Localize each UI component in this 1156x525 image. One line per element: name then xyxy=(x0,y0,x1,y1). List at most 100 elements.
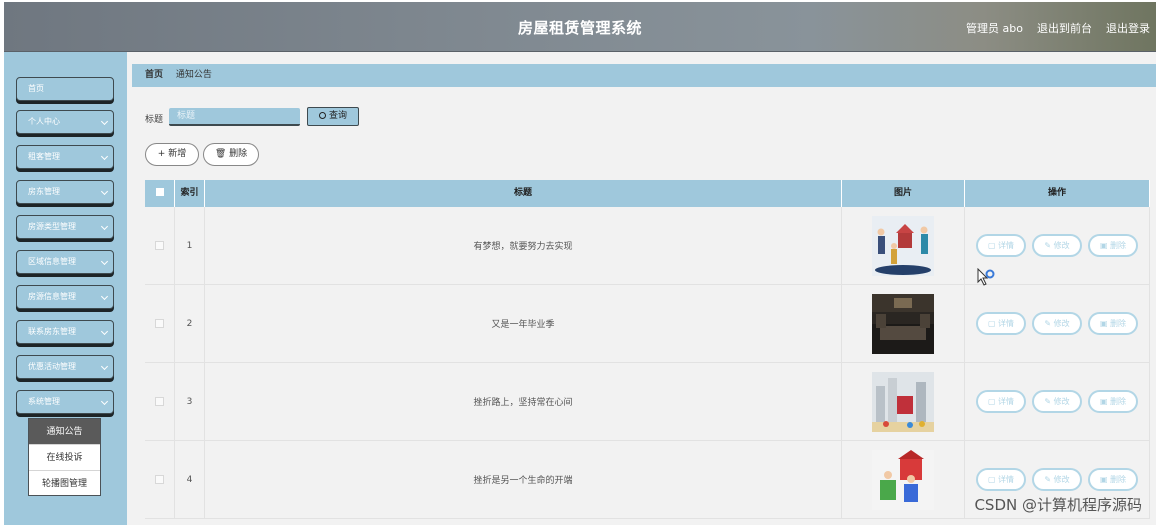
delete-label: 删除 xyxy=(1110,397,1127,406)
row-index: 1 xyxy=(175,207,205,284)
delete-button[interactable]: ▣ 删除 xyxy=(1088,312,1138,335)
doc-icon: ▢ xyxy=(987,241,999,250)
header-links: 管理员 abo 退出到前台 退出登录 xyxy=(966,20,1150,36)
breadcrumb: 首页 通知公告 xyxy=(132,64,1156,87)
sidebar-item-contact-landlord[interactable]: 联系房东管理 xyxy=(16,320,114,344)
row-image-cell xyxy=(842,285,965,362)
breadcrumb-current: 通知公告 xyxy=(175,70,212,80)
notice-thumbnail-image[interactable] xyxy=(872,449,934,510)
submenu-item-notice[interactable]: 通知公告 xyxy=(29,419,100,445)
sidebar-item-promotion[interactable]: 优惠活动管理 xyxy=(16,355,114,379)
edit-label: 修改 xyxy=(1053,397,1070,406)
chevron-down-icon xyxy=(100,257,109,266)
row-checkbox[interactable] xyxy=(155,241,164,250)
edit-icon: ✎ xyxy=(1044,397,1054,406)
chevron-down-icon xyxy=(100,397,109,406)
search-label: 标题 xyxy=(145,115,164,125)
edit-button[interactable]: ✎ 修改 xyxy=(1032,234,1082,257)
row-title: 挫折路上，坚持常在心间 xyxy=(205,363,842,440)
detail-button[interactable]: ▢ 详情 xyxy=(976,390,1026,413)
header-index: 索引 xyxy=(175,180,205,207)
detail-label: 详情 xyxy=(998,319,1015,328)
detail-label: 详情 xyxy=(998,241,1015,250)
row-check-cell xyxy=(145,285,175,362)
detail-button[interactable]: ▢ 详情 xyxy=(976,234,1026,257)
sidebar-item-landlord[interactable]: 房东管理 xyxy=(16,180,114,204)
edit-label: 修改 xyxy=(1053,241,1070,250)
main-content: 首页 通知公告 标题 查询 + 新增 🗑 删除 索引 标题 图片 操作 1 有梦… xyxy=(127,52,1156,525)
row-index: 2 xyxy=(175,285,205,362)
notice-thumbnail-image[interactable] xyxy=(872,293,934,354)
sidebar-item-label: 联系房东管理 xyxy=(28,327,76,336)
row-checkbox[interactable] xyxy=(155,319,164,328)
row-image-cell xyxy=(842,441,965,518)
sidebar-item-house-info[interactable]: 房源信息管理 xyxy=(16,285,114,309)
sidebar-item-label: 房东管理 xyxy=(28,187,60,196)
notice-thumbnail-image[interactable] xyxy=(872,215,934,276)
logout-link[interactable]: 退出登录 xyxy=(1106,20,1150,36)
edit-button[interactable]: ✎ 修改 xyxy=(1032,468,1082,491)
add-button[interactable]: + 新增 xyxy=(145,143,199,166)
chevron-down-icon xyxy=(100,187,109,196)
select-all-cell[interactable] xyxy=(145,180,175,207)
sidebar-item-tenant[interactable]: 租客管理 xyxy=(16,145,114,169)
table-row: 2 又是一年毕业季 ▢ 详情 ✎ 修改 ▣ 删除 xyxy=(145,285,1150,363)
chevron-down-icon xyxy=(100,152,109,161)
batch-delete-button[interactable]: 🗑 删除 xyxy=(203,143,259,166)
top-header: 房屋租赁管理系统 管理员 abo 退出到前台 退出登录 xyxy=(4,2,1156,52)
delete-label: 删除 xyxy=(1110,241,1127,250)
sidebar-item-label: 房源信息管理 xyxy=(28,292,76,301)
add-button-label: 新增 xyxy=(168,149,187,159)
chevron-down-icon xyxy=(100,327,109,336)
row-title: 有梦想，就要努力去实现 xyxy=(205,207,842,284)
sidebar-item-label: 系统管理 xyxy=(28,397,60,406)
detail-label: 详情 xyxy=(998,397,1015,406)
edit-button[interactable]: ✎ 修改 xyxy=(1032,390,1082,413)
sidebar-item-label: 首页 xyxy=(28,84,44,93)
doc-icon: ▢ xyxy=(987,319,999,328)
row-checkbox[interactable] xyxy=(155,475,164,484)
submenu-item-complaint[interactable]: 在线投诉 xyxy=(29,445,100,471)
query-button[interactable]: 查询 xyxy=(307,107,359,126)
sidebar-item-region[interactable]: 区域信息管理 xyxy=(16,250,114,274)
sidebar-item-personal-center[interactable]: 个人中心 xyxy=(16,110,114,134)
detail-button[interactable]: ▢ 详情 xyxy=(976,468,1026,491)
header-title: 标题 xyxy=(205,180,842,207)
row-index: 4 xyxy=(175,441,205,518)
row-image-cell xyxy=(842,363,965,440)
header-actions: 操作 xyxy=(965,180,1150,207)
trash-icon: ▣ xyxy=(1099,241,1111,250)
sidebar-item-home[interactable]: 首页 xyxy=(16,77,114,101)
delete-button[interactable]: ▣ 删除 xyxy=(1088,468,1138,491)
row-check-cell xyxy=(145,207,175,284)
table-row: 1 有梦想，就要努力去实现 ▢ 详情 ✎ 修改 ▣ 删除 xyxy=(145,207,1150,285)
row-checkbox[interactable] xyxy=(155,397,164,406)
exit-to-front-link[interactable]: 退出到前台 xyxy=(1037,20,1092,36)
admin-label: 管理员 abo xyxy=(966,22,1023,35)
sidebar-item-label: 房源类型管理 xyxy=(28,222,76,231)
delete-button-label: 删除 xyxy=(229,149,248,159)
sidebar-item-house-type[interactable]: 房源类型管理 xyxy=(16,215,114,239)
breadcrumb-home[interactable]: 首页 xyxy=(145,70,163,80)
sidebar-item-system[interactable]: 系统管理 xyxy=(16,390,114,414)
row-title: 又是一年毕业季 xyxy=(205,285,842,362)
detail-button[interactable]: ▢ 详情 xyxy=(976,312,1026,335)
sidebar-item-label: 区域信息管理 xyxy=(28,257,76,266)
edit-icon: ✎ xyxy=(1044,475,1054,484)
row-actions: ▢ 详情 ✎ 修改 ▣ 删除 xyxy=(965,363,1150,440)
delete-button[interactable]: ▣ 删除 xyxy=(1088,234,1138,257)
title-search-input[interactable] xyxy=(169,108,300,126)
delete-button[interactable]: ▣ 删除 xyxy=(1088,390,1138,413)
trash-icon: 🗑 xyxy=(214,149,230,159)
row-check-cell xyxy=(145,363,175,440)
notice-thumbnail-image[interactable] xyxy=(872,371,934,432)
submenu-item-carousel[interactable]: 轮播图管理 xyxy=(29,471,100,497)
table-header: 索引 标题 图片 操作 xyxy=(145,180,1150,207)
edit-label: 修改 xyxy=(1053,319,1070,328)
edit-button[interactable]: ✎ 修改 xyxy=(1032,312,1082,335)
sidebar-item-label: 优惠活动管理 xyxy=(28,362,76,371)
notice-table: 索引 标题 图片 操作 1 有梦想，就要努力去实现 ▢ 详情 ✎ 修改 ▣ 删除… xyxy=(145,180,1150,519)
select-all-checkbox[interactable] xyxy=(155,188,164,196)
table-row: 3 挫折路上，坚持常在心间 ▢ 详情 ✎ 修改 ▣ 删除 xyxy=(145,363,1150,441)
system-submenu: 通知公告 在线投诉 轮播图管理 xyxy=(28,418,101,496)
